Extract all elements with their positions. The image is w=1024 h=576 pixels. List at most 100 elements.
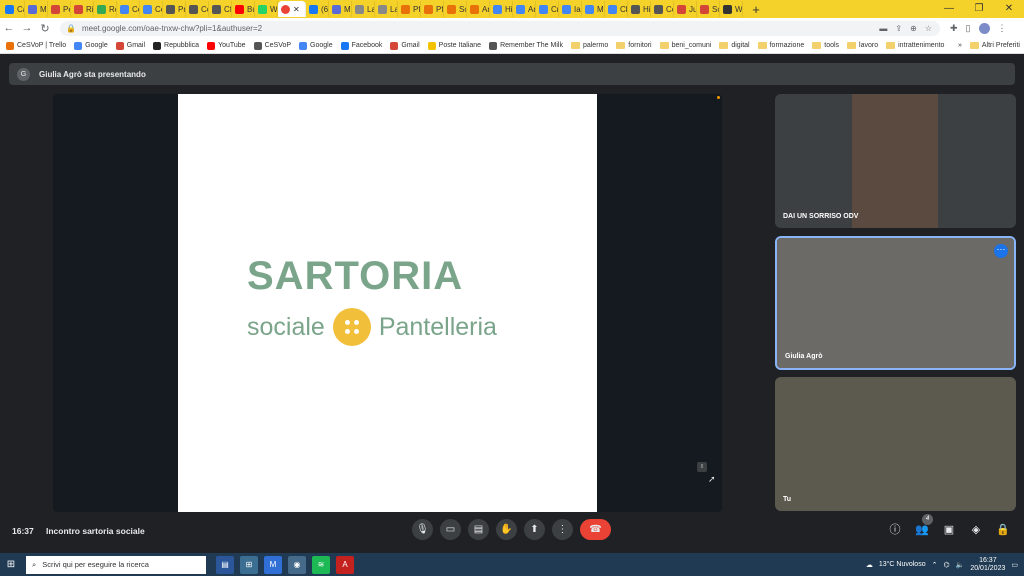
camera-icon[interactable]: ▬ <box>879 24 887 33</box>
bookmark[interactable]: Poste Italiane <box>427 41 481 50</box>
browser-tab[interactable]: M <box>25 1 48 17</box>
bookmark-folder[interactable]: beni_comuni <box>659 42 711 49</box>
back-icon[interactable]: ← <box>0 22 18 34</box>
browser-tab[interactable]: Hi <box>490 1 513 17</box>
browser-tab[interactable]: Cc <box>186 1 209 17</box>
browser-tab[interactable]: Cc <box>651 1 674 17</box>
raise-hand-icon[interactable]: ✋ <box>496 519 517 540</box>
bookmark[interactable]: YouTube <box>207 41 246 50</box>
bookmark[interactable]: Remember The Milk <box>489 41 563 50</box>
new-tab-button[interactable]: + <box>749 2 763 17</box>
extensions-icon[interactable]: ✚ <box>950 23 958 34</box>
chat-icon[interactable]: ▣ <box>942 522 956 536</box>
activities-icon[interactable]: ◈ <box>969 522 983 536</box>
acrobat-icon[interactable]: A <box>336 555 354 574</box>
browser-tab[interactable]: Ar <box>513 1 536 17</box>
browser-tab[interactable]: Pf <box>421 1 444 17</box>
share-icon[interactable]: ⇪ <box>895 24 902 33</box>
weather-text[interactable]: 13°C Nuvoloso <box>879 561 926 568</box>
microphone-icon[interactable]: 🎙 <box>412 519 433 540</box>
browser-tab[interactable]: Ri <box>71 1 94 17</box>
end-call-button[interactable]: ☎ <box>580 519 611 540</box>
bookmark-folder[interactable]: tools <box>812 42 839 49</box>
browser-tab[interactable]: Re <box>94 1 117 17</box>
chevron-up-icon[interactable]: ⌃ <box>932 561 938 569</box>
browser-tab[interactable]: Pe <box>48 1 71 17</box>
close-window-icon[interactable]: ✕ <box>994 0 1024 18</box>
bookmark[interactable]: Google <box>299 41 333 50</box>
windows-start-icon[interactable]: ⊞ <box>0 559 22 570</box>
bookmark[interactable]: Gmail <box>115 41 145 50</box>
taskbar-search[interactable]: ⌕ Scrivi qui per eseguire la ricerca <box>26 555 206 574</box>
bookmark-folder[interactable]: intrattenimento <box>886 42 944 49</box>
browser-tab[interactable]: W <box>255 1 278 17</box>
more-options-icon[interactable]: ⋯ <box>994 244 1008 258</box>
browser-tab[interactable]: Pr <box>163 1 186 17</box>
bookmark-folder[interactable]: palermo <box>570 42 608 49</box>
restore-icon[interactable]: ❐ <box>964 0 994 18</box>
participant-tile-self[interactable]: Tu <box>775 377 1016 511</box>
profile-avatar[interactable] <box>978 22 990 34</box>
browser-tab[interactable]: Cl <box>605 1 628 17</box>
address-bar[interactable]: 🔒 meet.google.com/oae-tnxw-chw?pli=1&aut… <box>60 20 940 36</box>
bookmark-folder[interactable]: lavoro <box>847 42 878 49</box>
mail-icon[interactable]: M <box>264 555 282 574</box>
bookmark-folder[interactable]: digital <box>719 42 750 49</box>
browser-tab[interactable]: Sc <box>697 1 720 17</box>
presentation-stage[interactable]: SARTORIA sociale Pantelleria 8 ➚ <box>53 94 722 512</box>
bookmark-folder[interactable]: fornitori <box>616 42 652 49</box>
browser-tab[interactable]: Ca <box>2 1 25 17</box>
store-icon[interactable]: ⊞ <box>240 555 258 574</box>
participant-tile[interactable]: DAI UN SORRISO ODV <box>775 94 1016 228</box>
browser-tab[interactable]: Cr <box>536 1 559 17</box>
bookmark-folder[interactable]: formazione <box>757 42 804 49</box>
browser-tab[interactable]: Ce <box>140 1 163 17</box>
more-bookmarks-button[interactable]: » <box>958 42 962 49</box>
reload-icon[interactable]: ↻ <box>36 22 54 35</box>
participant-tile-active[interactable]: ⋯ Giulia Agrò <box>775 236 1016 370</box>
bookmark[interactable]: Gmail <box>390 41 420 50</box>
menu-icon[interactable]: ⋮ <box>998 23 1007 34</box>
browser-tab[interactable]: Ar <box>467 1 490 17</box>
browser-tab[interactable]: Sc <box>444 1 467 17</box>
zoom-icon[interactable]: ⊕ <box>910 24 917 33</box>
close-tab-icon[interactable]: ✕ <box>293 5 300 14</box>
browser-tab[interactable]: La <box>352 1 375 17</box>
bookmark[interactable]: CeSVoP <box>253 41 291 50</box>
browser-tab[interactable]: M <box>582 1 605 17</box>
browser-tab[interactable]: Hi <box>628 1 651 17</box>
forward-icon[interactable]: → <box>18 22 36 34</box>
browser-tab[interactable]: Ju <box>674 1 697 17</box>
volume-icon[interactable]: 🔈 <box>956 561 965 569</box>
file-explorer-icon[interactable]: ▤ <box>216 555 234 574</box>
browser-tab[interactable]: M <box>329 1 352 17</box>
info-icon[interactable]: ⓘ <box>888 522 902 536</box>
more-options-icon[interactable]: ⋮ <box>552 519 573 540</box>
sidepanel-icon[interactable]: ▯ <box>966 23 971 34</box>
browser-tab[interactable]: Cf <box>209 1 232 17</box>
browser-tab[interactable]: (6 <box>306 1 329 17</box>
camera-toggle-icon[interactable]: ▭ <box>440 519 461 540</box>
star-icon[interactable]: ☆ <box>925 24 932 33</box>
browser-tab[interactable]: Pf <box>398 1 421 17</box>
other-favorites-folder[interactable]: Altri Preferiti <box>969 42 1020 49</box>
browser-tab[interactable]: La <box>375 1 398 17</box>
notifications-icon[interactable]: ▭ <box>1011 561 1018 569</box>
present-screen-icon[interactable]: ⬆ <box>524 519 545 540</box>
captions-icon[interactable]: ▤ <box>468 519 489 540</box>
bookmark[interactable]: Google <box>74 41 108 50</box>
network-icon[interactable]: ⌬ <box>943 561 949 569</box>
people-icon[interactable]: 👥 4 <box>915 514 933 536</box>
browser-tab[interactable]: W <box>720 1 743 17</box>
chrome-icon[interactable]: ◉ <box>288 555 306 574</box>
bookmark[interactable]: Repubblica <box>153 41 199 50</box>
host-controls-icon[interactable]: 🔒 <box>996 522 1010 536</box>
browser-tab[interactable]: Bu <box>232 1 255 17</box>
minimize-icon[interactable]: — <box>934 0 964 18</box>
browser-tab[interactable]: Ia <box>559 1 582 17</box>
spotify-icon[interactable]: ≋ <box>312 555 330 574</box>
taskbar-clock[interactable]: 16:37 20/01/2023 <box>970 557 1005 573</box>
bookmark[interactable]: CeSVoP | Trello <box>6 41 66 50</box>
browser-tab-active[interactable]: ✕ <box>278 1 306 17</box>
browser-tab[interactable]: Co <box>117 1 140 17</box>
